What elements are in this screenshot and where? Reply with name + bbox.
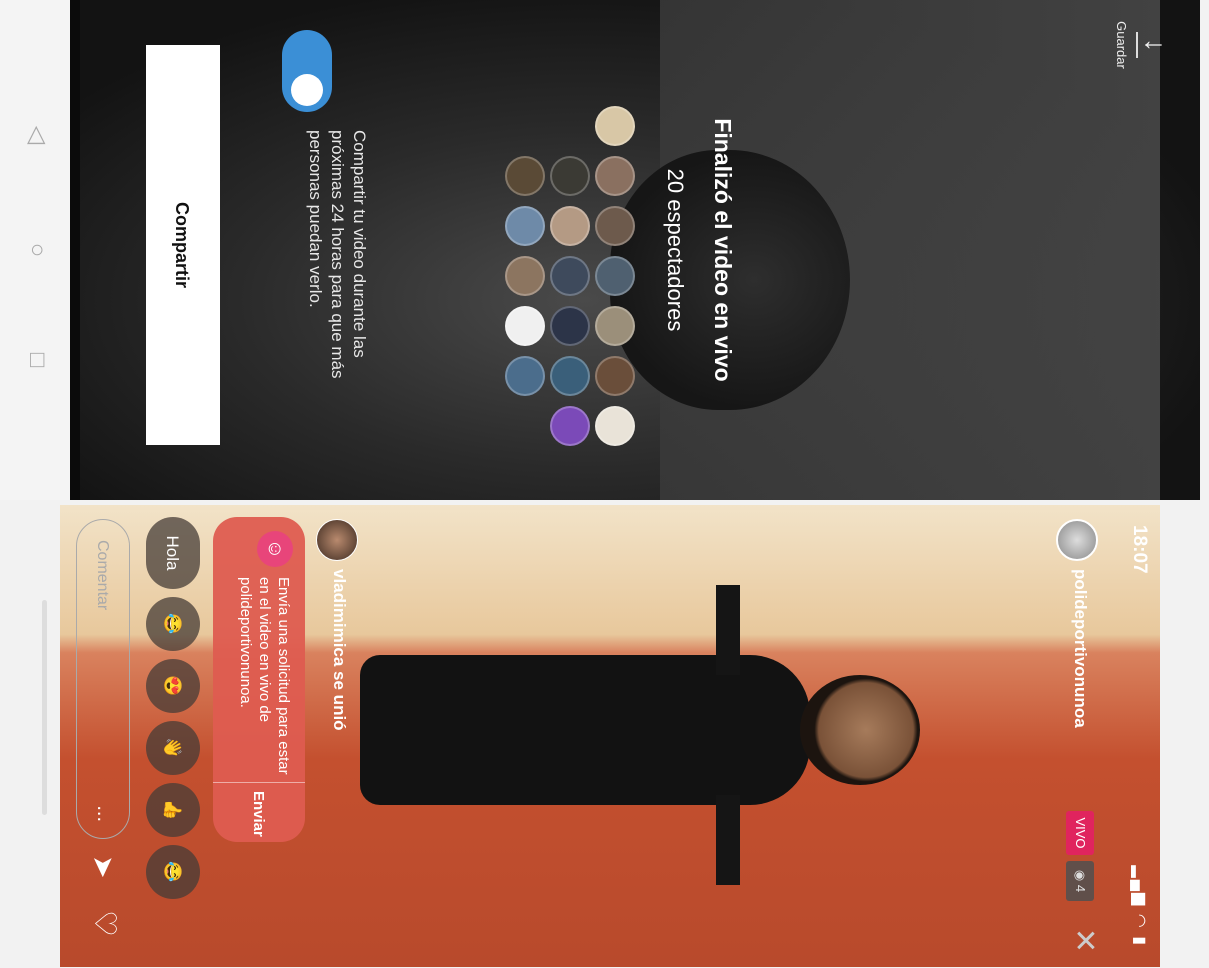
viewer-avatar[interactable]	[595, 306, 635, 346]
streamer-arm-left	[716, 585, 740, 675]
quick-reply-emoji[interactable]: 😍	[146, 659, 200, 713]
viewer-avatar[interactable]	[505, 256, 545, 296]
viewer-avatar[interactable]	[550, 206, 590, 246]
streamer-head	[800, 675, 920, 785]
comment-placeholder: Comentar	[94, 540, 111, 611]
viewer-avatar[interactable]	[505, 206, 545, 246]
viewer-avatar[interactable]	[550, 406, 590, 446]
download-baseline	[1136, 32, 1138, 58]
quick-reply-emoji[interactable]: 👍	[146, 783, 200, 837]
home-icon[interactable]: ○	[22, 235, 52, 265]
streamer-arm-right	[716, 795, 740, 885]
save-button[interactable]: ↓ Guardar	[1112, 10, 1171, 80]
viewer-count-badge: ◉ 4	[1066, 861, 1094, 901]
download-icon: ↓	[1140, 38, 1171, 52]
eye-icon: ◉	[1073, 869, 1088, 882]
status-bar: 18:07 ▂▄▆ ◠ ▮	[1120, 505, 1160, 967]
signal-wifi-battery-icon: ▂▄▆ ◠ ▮	[1131, 865, 1148, 947]
live-ended-screen: ↓ Guardar Finalizó el video en vivo 20 e…	[0, 0, 1200, 500]
share-toggle[interactable]	[282, 30, 332, 112]
host-avatar[interactable]	[1056, 519, 1098, 561]
viewer-avatar[interactable]	[595, 206, 635, 246]
viewer-avatar[interactable]	[550, 256, 590, 296]
send-request-button[interactable]: Enviar	[213, 785, 305, 842]
back-icon[interactable]: ◁	[22, 120, 52, 150]
join-request-card: ☺ Envía una solicitud para estar en el v…	[213, 517, 305, 842]
ended-title: Finalizó el video en vivo	[710, 118, 736, 382]
viewer-avatar[interactable]	[505, 156, 545, 196]
share-description: Compartir tu video durante las próximas …	[306, 130, 369, 379]
request-text: Envía una solicitud para estar en el vid…	[237, 577, 292, 775]
viewer-avatar[interactable]	[595, 106, 635, 146]
viewer-avatar[interactable]	[595, 356, 635, 396]
save-label: Guardar	[1114, 21, 1129, 69]
request-faces-icon: ☺	[257, 531, 293, 567]
live-broadcast-screen: 18:07 ▂▄▆ ◠ ▮ polideportivonunoa VIVO ◉ …	[60, 505, 1160, 967]
viewer-avatar[interactable]	[595, 156, 635, 196]
share-button[interactable]: Compartir	[146, 45, 220, 445]
viewer-avatar[interactable]	[550, 156, 590, 196]
android-nav-bar: ◁ ○ □	[0, 0, 70, 500]
joined-message: vladimimica se unió	[330, 569, 349, 731]
live-badge: VIVO	[1066, 811, 1094, 855]
toggle-knob	[291, 74, 323, 106]
more-options-icon[interactable]: ...	[77, 805, 131, 822]
recents-icon[interactable]: □	[22, 345, 52, 375]
viewer-avatar[interactable]	[505, 356, 545, 396]
joined-user-avatar[interactable]	[316, 519, 358, 561]
viewers-avatar-grid	[505, 100, 635, 460]
viewers-count: 20 espectadores	[663, 168, 688, 332]
clock: 18:07	[1129, 525, 1150, 574]
send-icon[interactable]: ➤	[87, 855, 120, 878]
viewer-avatar[interactable]	[505, 306, 545, 346]
background-photo	[80, 0, 1200, 500]
viewer-avatar[interactable]	[550, 306, 590, 346]
quick-reply-hola[interactable]: Hola	[146, 517, 200, 589]
request-divider	[213, 782, 305, 783]
quick-reply-emoji[interactable]: 👋	[146, 721, 200, 775]
host-username[interactable]: polideportivonunoa	[1070, 569, 1090, 728]
viewer-avatar[interactable]	[550, 356, 590, 396]
viewer-avatar[interactable]	[595, 256, 635, 296]
viewer-count: 4	[1073, 884, 1088, 893]
home-indicator[interactable]	[42, 600, 47, 815]
streamer-figure	[360, 655, 920, 805]
heart-icon[interactable]: ♡	[87, 910, 122, 937]
quick-reply-emoji[interactable]: 😂	[146, 597, 200, 651]
close-icon[interactable]: ✕	[1067, 928, 1102, 953]
quick-reply-emoji[interactable]: 😂	[146, 845, 200, 899]
comment-input[interactable]: Comentar ...	[76, 519, 130, 839]
viewer-avatar[interactable]	[595, 406, 635, 446]
